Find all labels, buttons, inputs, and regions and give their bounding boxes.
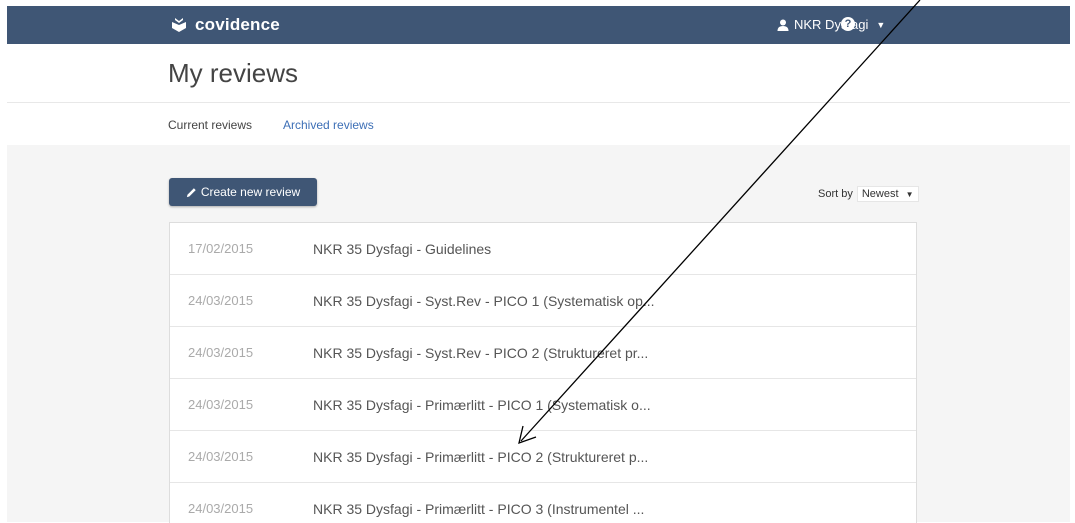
- covidence-logo-icon: [172, 18, 186, 32]
- brand[interactable]: covidence: [171, 15, 280, 35]
- user-name: NKR Dysfagi: [794, 17, 869, 32]
- page-title: My reviews: [168, 58, 299, 88]
- review-date: 24/03/2015: [188, 449, 254, 464]
- review-date: 24/03/2015: [188, 397, 254, 412]
- tab-archived-reviews[interactable]: Archived reviews: [283, 118, 374, 145]
- review-row[interactable]: 24/03/2015 NKR 35 Dysfagi - Syst.Rev - P…: [170, 327, 916, 379]
- create-new-review-label: Create new review: [200, 185, 301, 199]
- review-row[interactable]: 24/03/2015 NKR 35 Dysfagi - Primærlitt -…: [170, 483, 916, 523]
- review-title[interactable]: NKR 35 Dysfagi - Syst.Rev - PICO 2 (Stru…: [313, 345, 648, 361]
- user-icon: [777, 19, 789, 31]
- sort-control: Sort by Newest ▼: [818, 186, 919, 202]
- review-row[interactable]: 24/03/2015 NKR 35 Dysfagi - Syst.Rev - P…: [170, 275, 916, 327]
- review-title[interactable]: NKR 35 Dysfagi - Primærlitt - PICO 3 (In…: [313, 501, 644, 517]
- review-row[interactable]: 17/02/2015 NKR 35 Dysfagi - Guidelines: [170, 223, 916, 275]
- brand-name: covidence: [195, 15, 280, 34]
- review-title[interactable]: NKR 35 Dysfagi - Primærlitt - PICO 1 (Sy…: [313, 397, 651, 413]
- review-row[interactable]: 24/03/2015 NKR 35 Dysfagi - Primærlitt -…: [170, 379, 916, 431]
- user-menu[interactable]: NKR Dysfagi ▼: [777, 17, 885, 32]
- pencil-icon: [186, 187, 196, 197]
- review-list: 17/02/2015 NKR 35 Dysfagi - Guidelines 2…: [169, 222, 917, 523]
- chevron-down-icon: ▼: [876, 19, 886, 30]
- tab-current-reviews[interactable]: Current reviews: [168, 118, 253, 148]
- review-date: 24/03/2015: [188, 501, 254, 516]
- review-date: 24/03/2015: [188, 345, 254, 360]
- review-row[interactable]: 24/03/2015 NKR 35 Dysfagi - Primærlitt -…: [170, 431, 916, 483]
- sort-label: Sort by: [818, 188, 853, 200]
- review-tabs: Current reviews Archived reviews: [7, 102, 1070, 148]
- sort-value: Newest: [861, 188, 899, 200]
- review-title[interactable]: NKR 35 Dysfagi - Syst.Rev - PICO 1 (Syst…: [313, 293, 655, 309]
- sort-select[interactable]: Newest ▼: [856, 186, 919, 202]
- review-date: 17/02/2015: [188, 241, 254, 256]
- review-date: 24/03/2015: [188, 293, 254, 308]
- help-icon[interactable]: ?: [841, 17, 855, 31]
- review-title[interactable]: NKR 35 Dysfagi - Guidelines: [313, 241, 491, 257]
- review-title[interactable]: NKR 35 Dysfagi - Primærlitt - PICO 2 (St…: [313, 449, 648, 465]
- create-new-review-button[interactable]: Create new review: [169, 178, 317, 206]
- chevron-down-icon: ▼: [905, 190, 914, 199]
- top-navbar: covidence NKR Dysfagi ▼ ?: [7, 6, 1070, 44]
